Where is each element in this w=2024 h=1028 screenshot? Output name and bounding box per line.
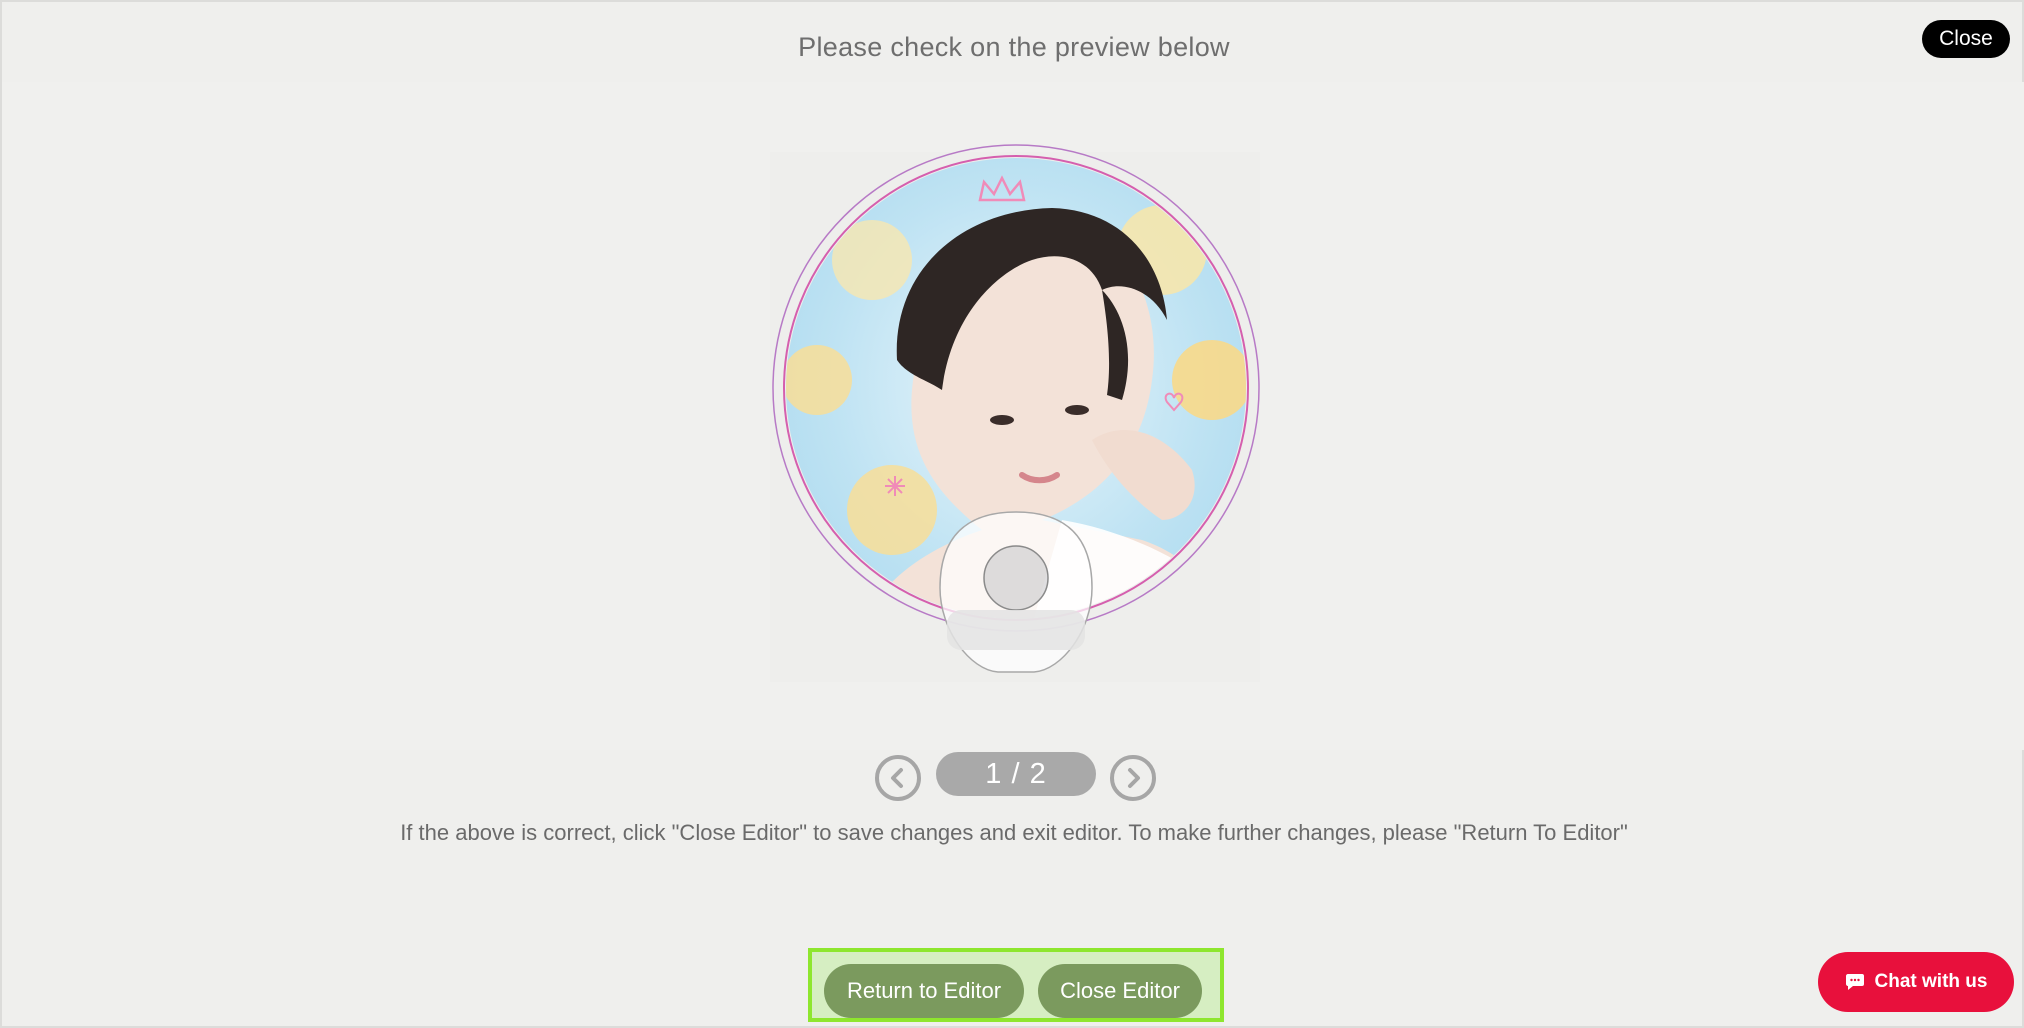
chat-bubble-icon <box>1845 974 1864 990</box>
instructions-text: If the above is correct, click "Close Ed… <box>400 820 1628 845</box>
next-page-button[interactable] <box>1110 755 1156 801</box>
chevron-right-icon <box>1128 768 1140 788</box>
fan-preview-image <box>772 144 1260 673</box>
return-to-editor-button[interactable]: Return to Editor <box>824 964 1024 1018</box>
pagination: 1 / 2 <box>2 750 2024 801</box>
close-button[interactable]: Close <box>1922 20 2010 58</box>
chat-label: Chat with us <box>1874 971 1988 992</box>
close-editor-button[interactable]: Close Editor <box>1038 964 1202 1018</box>
preview-dialog: Please check on the preview below Close <box>0 0 2024 1028</box>
prev-page-button[interactable] <box>875 755 921 801</box>
action-button-group: Return to Editor Close Editor <box>808 948 1224 1022</box>
page-title: Please check on the preview below <box>798 32 1230 62</box>
page-indicator: 1 / 2 <box>936 752 1096 796</box>
chat-with-us-button[interactable]: Chat with us <box>1818 952 2014 1012</box>
chevron-left-icon <box>891 768 903 788</box>
